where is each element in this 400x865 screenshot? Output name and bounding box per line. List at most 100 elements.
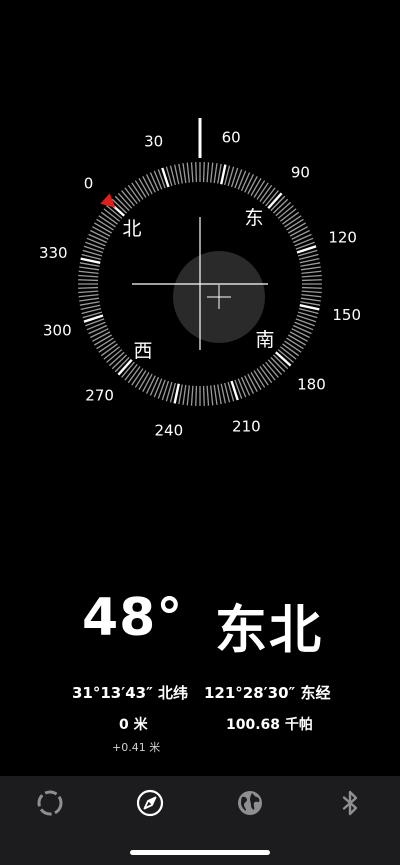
minor-tick <box>301 279 322 282</box>
minor-tick <box>300 266 321 271</box>
globe-icon <box>238 791 262 815</box>
minor-tick <box>202 162 205 183</box>
longitude: 121°28′30″ 东经 <box>204 684 331 702</box>
minor-tick <box>78 270 99 274</box>
major-tick <box>80 257 101 264</box>
minor-tick <box>145 174 156 193</box>
tab-compass[interactable] <box>135 788 165 818</box>
heading-direction: 东北 <box>215 601 324 661</box>
minor-tick <box>86 321 106 331</box>
minor-tick <box>178 384 183 405</box>
minor-tick <box>291 229 310 240</box>
minor-tick <box>149 172 160 192</box>
minor-tick <box>292 324 312 335</box>
minor-tick <box>237 378 247 398</box>
altitude-accuracy: +0.41 米 <box>112 741 161 754</box>
cardinal-north: 北 <box>122 218 141 240</box>
minor-tick <box>217 384 222 405</box>
minor-tick <box>195 162 198 183</box>
minor-tick <box>301 270 322 274</box>
minor-tick <box>182 384 187 405</box>
minor-tick <box>250 372 262 390</box>
minor-tick <box>79 266 100 271</box>
minor-tick <box>79 262 100 267</box>
minor-tick <box>301 274 322 278</box>
minor-tick <box>173 164 180 185</box>
minor-tick <box>90 328 109 339</box>
tab-level[interactable] <box>35 788 65 818</box>
minor-tick <box>299 257 320 264</box>
minor-tick <box>190 385 194 406</box>
degree-label: 150 <box>332 306 361 324</box>
degree-label: 0 <box>84 175 94 193</box>
minor-tick <box>237 170 247 190</box>
tab-bluetooth[interactable] <box>335 788 365 818</box>
minor-tick <box>178 163 183 184</box>
tab-globe[interactable] <box>235 788 265 818</box>
minor-tick <box>210 162 214 183</box>
minor-tick <box>88 233 108 244</box>
minor-tick <box>182 163 187 184</box>
minor-tick <box>78 286 99 289</box>
minor-tick <box>202 385 205 406</box>
minor-tick <box>142 175 153 195</box>
minor-tick <box>213 384 218 405</box>
major-tick <box>173 383 180 404</box>
minor-tick <box>300 262 321 267</box>
minor-tick <box>217 163 222 184</box>
minor-tick <box>291 328 310 339</box>
latitude: 31°13′43″ 北纬 <box>72 684 189 702</box>
altitude: 0 米 <box>119 717 148 733</box>
minor-tick <box>91 226 111 237</box>
minor-tick <box>153 378 163 398</box>
compass-icon <box>136 789 164 817</box>
degree-label: 300 <box>43 321 72 339</box>
minor-tick <box>186 162 190 183</box>
bluetooth-icon <box>342 790 358 816</box>
minor-tick <box>142 373 153 393</box>
compass-dial: 0 30 60 90 120 150 180 210 240 270 300 330 北 东 南 西 <box>39 118 361 440</box>
minor-tick <box>91 331 111 342</box>
degree-label: 270 <box>85 386 114 404</box>
minor-tick <box>153 170 163 190</box>
minor-tick <box>86 237 106 247</box>
minor-tick <box>78 290 99 294</box>
degree-label: 60 <box>222 128 241 146</box>
degree-label: 330 <box>39 244 68 262</box>
minor-tick <box>247 175 258 195</box>
minor-tick <box>250 178 262 196</box>
minor-tick <box>244 375 255 394</box>
degree-label: 90 <box>291 164 310 182</box>
home-indicator <box>130 850 270 855</box>
minor-tick <box>240 376 251 396</box>
level-icon <box>37 790 63 816</box>
minor-tick <box>94 334 112 346</box>
degree-label: 120 <box>328 229 357 247</box>
minor-tick <box>294 237 314 247</box>
minor-tick <box>88 324 108 335</box>
minor-tick <box>294 321 314 331</box>
minor-tick <box>240 172 251 192</box>
minor-tick <box>149 376 160 396</box>
minor-tick <box>94 222 112 234</box>
minor-tick <box>301 294 322 298</box>
minor-tick <box>195 385 198 406</box>
minor-tick <box>288 222 306 234</box>
minor-tick <box>186 385 190 406</box>
minor-tick <box>78 279 99 282</box>
minor-tick <box>289 226 309 237</box>
minor-tick <box>78 294 99 298</box>
major-tick <box>299 304 320 311</box>
minor-tick <box>190 162 194 183</box>
degree-label: 30 <box>144 132 163 150</box>
heading-readout: 48° 东北 <box>0 588 400 661</box>
minor-tick <box>206 162 210 183</box>
minor-tick <box>210 385 214 406</box>
minor-tick <box>301 290 322 294</box>
minor-tick <box>300 301 321 306</box>
minor-tick <box>300 297 321 302</box>
heading-degrees: 48° <box>82 588 184 648</box>
major-tick <box>220 164 227 185</box>
degree-label: 210 <box>232 418 261 436</box>
minor-tick <box>80 304 101 311</box>
